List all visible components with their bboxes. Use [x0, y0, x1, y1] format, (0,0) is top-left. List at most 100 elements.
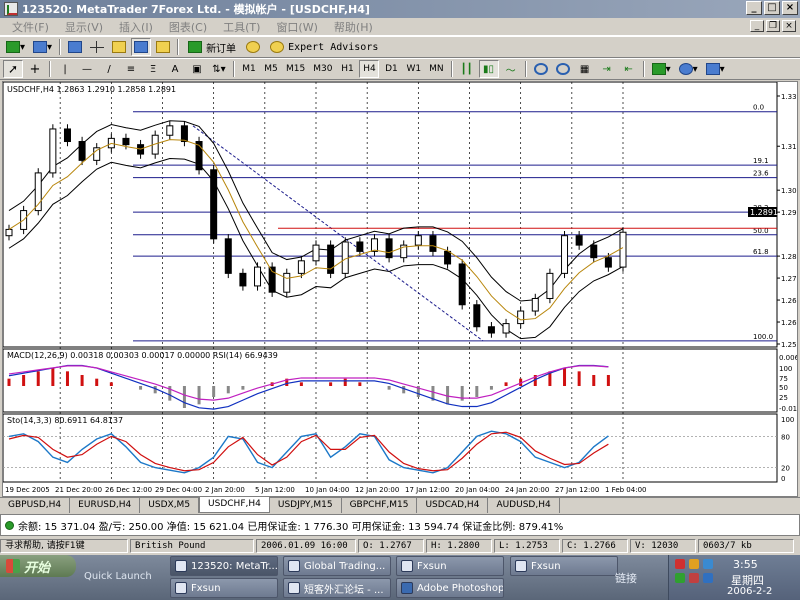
menu-window[interactable]: 窗口(W) — [268, 19, 325, 35]
task-photoshop[interactable]: Adobe Photoshop — [396, 578, 504, 598]
tab-gbpchf[interactable]: GBPCHF,M15 — [342, 498, 418, 513]
navigator-button[interactable] — [109, 38, 129, 56]
timeframe-w1[interactable]: W1 — [403, 60, 424, 78]
crosshair-tool[interactable]: + — [25, 60, 45, 78]
timeframe-m30[interactable]: M30 — [310, 60, 335, 78]
line-chart-button[interactable]: 〜 — [501, 60, 521, 78]
time-axis-label: 1 Feb 04:00 — [605, 486, 646, 494]
timeframe-mn[interactable]: MN — [426, 60, 447, 78]
menu-charts[interactable]: 图表(C) — [161, 19, 215, 35]
status-help: 寻求帮助, 请按F1键 — [0, 539, 128, 553]
antivirus-tray-icon[interactable] — [675, 559, 685, 569]
candlestick-button[interactable]: ▮▯ — [478, 60, 499, 78]
toolbar-separator — [59, 39, 62, 55]
task-label: Fxsun — [417, 560, 447, 572]
timeframe-h1[interactable]: H1 — [337, 60, 357, 78]
tile-windows-button[interactable]: ▦ — [575, 60, 595, 78]
expert-advisors-button[interactable]: Expert Advisors — [265, 38, 383, 56]
status-open: O: 1.2767 — [358, 539, 424, 553]
tab-usdchf[interactable]: USDCHF,H4 — [199, 497, 270, 513]
data-window-button[interactable] — [87, 38, 107, 56]
update-tray-icon[interactable] — [689, 573, 699, 583]
zoom-in-button[interactable] — [531, 60, 551, 78]
timeframe-m1[interactable]: M1 — [239, 60, 259, 78]
tab-audusd[interactable]: AUDUSD,H4 — [488, 498, 560, 513]
new-chart-button[interactable]: ▾ — [3, 38, 28, 56]
chart-window-controls: _ ❐ × — [750, 20, 796, 32]
task-metatrader[interactable]: 123520: MetaTr... — [170, 556, 278, 576]
task-fxsun-3[interactable]: Fxsun — [170, 578, 278, 598]
tab-eurusd[interactable]: EURUSD,H4 — [70, 498, 141, 513]
vertical-line-tool[interactable]: | — [55, 60, 75, 78]
messenger-tray-icon[interactable] — [703, 559, 713, 569]
fibonacci-tool[interactable]: Ξ — [143, 60, 163, 78]
terminal-button[interactable] — [131, 38, 152, 56]
start-button[interactable]: 开始 — [0, 555, 76, 577]
time-axis-label: 17 Jan 12:00 — [405, 486, 449, 494]
timeframe-m15[interactable]: M15 — [283, 60, 308, 78]
windows-flag-icon — [6, 559, 20, 573]
task-fxsun-2[interactable]: Fxsun — [510, 556, 618, 576]
minimize-button[interactable]: _ — [746, 1, 762, 15]
cursor-tool[interactable]: ➚ — [3, 60, 23, 78]
close-button[interactable]: × — [782, 1, 798, 15]
task-label: Fxsun — [531, 560, 561, 572]
maximize-button[interactable]: □ — [764, 1, 780, 15]
chart-minimize-button[interactable]: _ — [750, 20, 764, 32]
arrows-tool[interactable]: ⇅▾ — [209, 60, 229, 78]
indicators-button[interactable]: ▾ — [649, 60, 674, 78]
task-global-trading[interactable]: Global Trading... — [283, 556, 391, 576]
horizontal-line-tool[interactable]: — — [77, 60, 97, 78]
tab-gbpusd[interactable]: GBPUSD,H4 — [0, 498, 71, 513]
clock-time[interactable]: 3:55 — [733, 558, 758, 571]
text-tool[interactable]: A — [165, 60, 185, 78]
tab-usdx[interactable]: USDX,M5 — [140, 498, 200, 513]
standard-toolbar: ▾ ▾ 新订单 Expert Advisors — [0, 36, 800, 58]
periods-button[interactable]: ▾ — [676, 60, 701, 78]
menu-tools[interactable]: 工具(T) — [215, 19, 268, 35]
timeframe-d1[interactable]: D1 — [381, 60, 401, 78]
chart-window[interactable]: 0.019.123.638.250.061.8100.0 1.33251.316… — [2, 81, 798, 497]
stochastic-label: Sto(14,3,3) 80.6911 64.8137 — [7, 416, 123, 425]
candle-body — [166, 125, 174, 136]
zoom-out-button[interactable] — [553, 60, 573, 78]
macd-axis-label: 75 — [779, 375, 788, 383]
tab-usdjpy[interactable]: USDJPY,M15 — [270, 498, 342, 513]
label-tool[interactable]: ▣ — [187, 60, 207, 78]
timeframe-m5[interactable]: M5 — [261, 60, 281, 78]
new-order-label: 新订单 — [206, 43, 237, 55]
strategy-tester-button[interactable] — [153, 38, 173, 56]
links-toolbar[interactable]: 链接 — [615, 570, 637, 586]
new-order-button[interactable]: 新订单 — [183, 38, 241, 56]
chart-close-button[interactable]: × — [782, 20, 796, 32]
market-watch-button[interactable] — [65, 38, 85, 56]
network-tray-icon[interactable] — [689, 559, 699, 569]
input-method-tray-icon[interactable] — [703, 573, 713, 583]
metatrader-task-icon — [175, 560, 187, 572]
menu-view[interactable]: 显示(V) — [57, 19, 111, 35]
menu-file[interactable]: 文件(F) — [4, 19, 57, 35]
window-controls: _ □ × — [746, 1, 798, 15]
profiles-button[interactable]: ▾ — [30, 38, 55, 56]
chart-restore-button[interactable]: ❐ — [766, 20, 780, 32]
price-axis: 1.3325 1.3165 1.3025 1.2955 1.2815 1.2745 1.26… — [777, 93, 797, 483]
menu-help[interactable]: 帮助(H) — [326, 19, 381, 35]
info-button[interactable] — [243, 38, 263, 56]
candle-body — [122, 137, 130, 146]
price-chart-svg[interactable]: 0.019.123.638.250.061.8100.0 1.33251.316… — [3, 82, 797, 496]
autoscroll-button[interactable]: ⇥ — [597, 60, 617, 78]
candle-body — [546, 272, 554, 299]
templates-button[interactable]: ▾ — [703, 60, 728, 78]
menu-insert[interactable]: 插入(I) — [111, 19, 161, 35]
task-forum[interactable]: 短客外汇论坛 - ... — [283, 578, 391, 598]
tab-usdcad[interactable]: USDCAD,H4 — [417, 498, 489, 513]
volume-tray-icon[interactable] — [675, 573, 685, 583]
terminal-account-row[interactable]: 余额: 15 371.04 盈/亏: 250.00 净值: 15 621.04 … — [0, 514, 800, 536]
channel-tool[interactable]: ≡ — [121, 60, 141, 78]
bar-chart-button[interactable]: ┃┃ — [457, 60, 477, 78]
timeframe-h4[interactable]: H4 — [359, 60, 380, 78]
trendline-tool[interactable]: / — [99, 60, 119, 78]
chart-shift-button[interactable]: ⇤ — [619, 60, 639, 78]
task-fxsun-1[interactable]: Fxsun — [396, 556, 504, 576]
price-axis-label: 1.2955 — [781, 209, 797, 217]
